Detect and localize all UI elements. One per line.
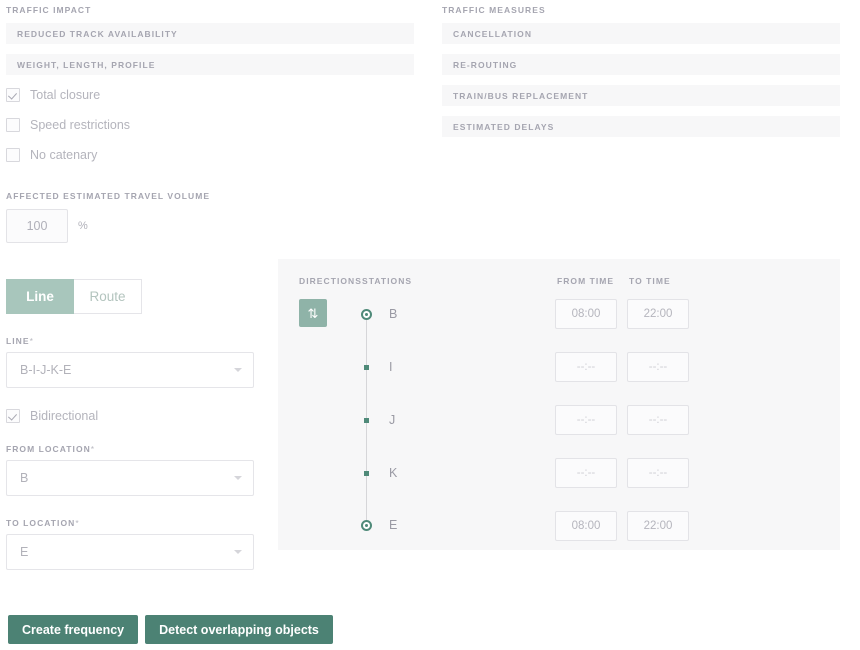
traffic-measures-column: TRAFFIC MEASURES CANCELLATION RE-ROUTING… (442, 5, 840, 137)
station-name: I (389, 360, 392, 374)
station-row-b: B (358, 305, 372, 323)
line-select[interactable]: B-I-J-K-E (6, 352, 254, 388)
station-row-k: K (358, 464, 369, 482)
station-row-i: I (358, 358, 369, 376)
travel-volume-row: 100 % (6, 209, 414, 243)
to-location-select[interactable]: E (6, 534, 254, 570)
traffic-impact-caption: TRAFFIC IMPACT (6, 5, 414, 15)
station-marker-intermediate[interactable] (364, 365, 369, 370)
accordion-weight-length-profile[interactable]: WEIGHT, LENGTH, PROFILE (6, 54, 414, 75)
checkbox-label: Speed restrictions (30, 118, 130, 132)
swap-vertical-icon: ⇅ (308, 307, 319, 320)
checkbox-label: No catenary (30, 148, 97, 162)
accordion-label: TRAIN/BUS REPLACEMENT (453, 91, 588, 101)
station-marker-endpoint[interactable] (361, 309, 372, 320)
station-name: E (389, 518, 397, 532)
direction-toggle-button[interactable]: ⇅ (299, 299, 327, 327)
line-select-value: B-I-J-K-E (20, 363, 71, 377)
accordion-label: RE-ROUTING (453, 60, 517, 70)
header-stations: STATIONS (362, 276, 412, 286)
create-frequency-button[interactable]: Create frequency (8, 615, 138, 644)
header-from-time: FROM TIME (557, 276, 614, 286)
to-time-input-j[interactable]: --:-- (627, 405, 689, 435)
traffic-disruption-form: TRAFFIC IMPACT REDUCED TRACK AVAILABILIT… (0, 0, 860, 650)
checkbox-row-no-catenary[interactable]: No catenary (6, 141, 414, 169)
chevron-down-icon (234, 476, 242, 480)
from-time-input-e[interactable]: 08:00 (555, 511, 617, 541)
header-directions: DIRECTIONS (299, 276, 362, 286)
travel-volume-caption: AFFECTED ESTIMATED TRAVEL VOLUME (6, 191, 414, 201)
accordion-reduced-track-availability[interactable]: REDUCED TRACK AVAILABILITY (6, 23, 414, 44)
from-time-input-b[interactable]: 08:00 (555, 299, 617, 329)
station-name: B (389, 307, 397, 321)
accordion-label: CANCELLATION (453, 29, 532, 39)
tab-route[interactable]: Route (74, 279, 142, 314)
from-location-value: B (20, 471, 28, 485)
from-location-select[interactable]: B (6, 460, 254, 496)
accordion-train-bus-replacement[interactable]: TRAIN/BUS REPLACEMENT (442, 85, 840, 106)
travel-volume-input[interactable]: 100 (6, 209, 68, 243)
to-time-input-e[interactable]: 22:00 (627, 511, 689, 541)
station-name: J (389, 413, 395, 427)
accordion-label: WEIGHT, LENGTH, PROFILE (17, 60, 155, 70)
detect-overlapping-objects-button[interactable]: Detect overlapping objects (145, 615, 333, 644)
from-time-input-k[interactable]: --:-- (555, 458, 617, 488)
station-marker-intermediate[interactable] (364, 471, 369, 476)
checkbox-label: Total closure (30, 88, 100, 102)
accordion-cancellation[interactable]: CANCELLATION (442, 23, 840, 44)
station-name: K (389, 466, 397, 480)
percent-unit-label: % (78, 220, 88, 232)
to-time-input-i[interactable]: --:-- (627, 352, 689, 382)
accordion-label: REDUCED TRACK AVAILABILITY (17, 29, 178, 39)
from-time-input-i[interactable]: --:-- (555, 352, 617, 382)
accordion-estimated-delays[interactable]: ESTIMATED DELAYS (442, 116, 840, 137)
station-marker-endpoint[interactable] (361, 520, 372, 531)
accordion-re-routing[interactable]: RE-ROUTING (442, 54, 840, 75)
to-location-value: E (20, 545, 28, 559)
checkbox-no-catenary[interactable] (6, 148, 20, 162)
chevron-down-icon (234, 368, 242, 372)
station-marker-intermediate[interactable] (364, 418, 369, 423)
to-time-input-b[interactable]: 22:00 (627, 299, 689, 329)
checkbox-row-total-closure[interactable]: Total closure (6, 81, 414, 109)
to-time-input-k[interactable]: --:-- (627, 458, 689, 488)
action-button-bar: Create frequency Detect overlapping obje… (8, 615, 340, 644)
station-row-j: J (358, 411, 369, 429)
chevron-down-icon (234, 550, 242, 554)
stations-panel: DIRECTIONS STATIONS FROM TIME TO TIME ⇅ … (278, 259, 840, 550)
checkbox-speed-restrictions[interactable] (6, 118, 20, 132)
checkbox-row-speed-restrictions[interactable]: Speed restrictions (6, 111, 414, 139)
from-time-input-j[interactable]: --:-- (555, 405, 617, 435)
traffic-measures-caption: TRAFFIC MEASURES (442, 5, 840, 15)
checkbox-total-closure[interactable] (6, 88, 20, 102)
tab-line[interactable]: Line (6, 279, 74, 314)
checkbox-label: Bidirectional (30, 409, 98, 423)
checkbox-bidirectional[interactable] (6, 409, 20, 423)
station-row-e: E (358, 516, 372, 534)
stations-panel-header: DIRECTIONS STATIONS FROM TIME TO TIME (278, 276, 840, 288)
header-to-time: TO TIME (629, 276, 671, 286)
accordion-label: ESTIMATED DELAYS (453, 122, 554, 132)
